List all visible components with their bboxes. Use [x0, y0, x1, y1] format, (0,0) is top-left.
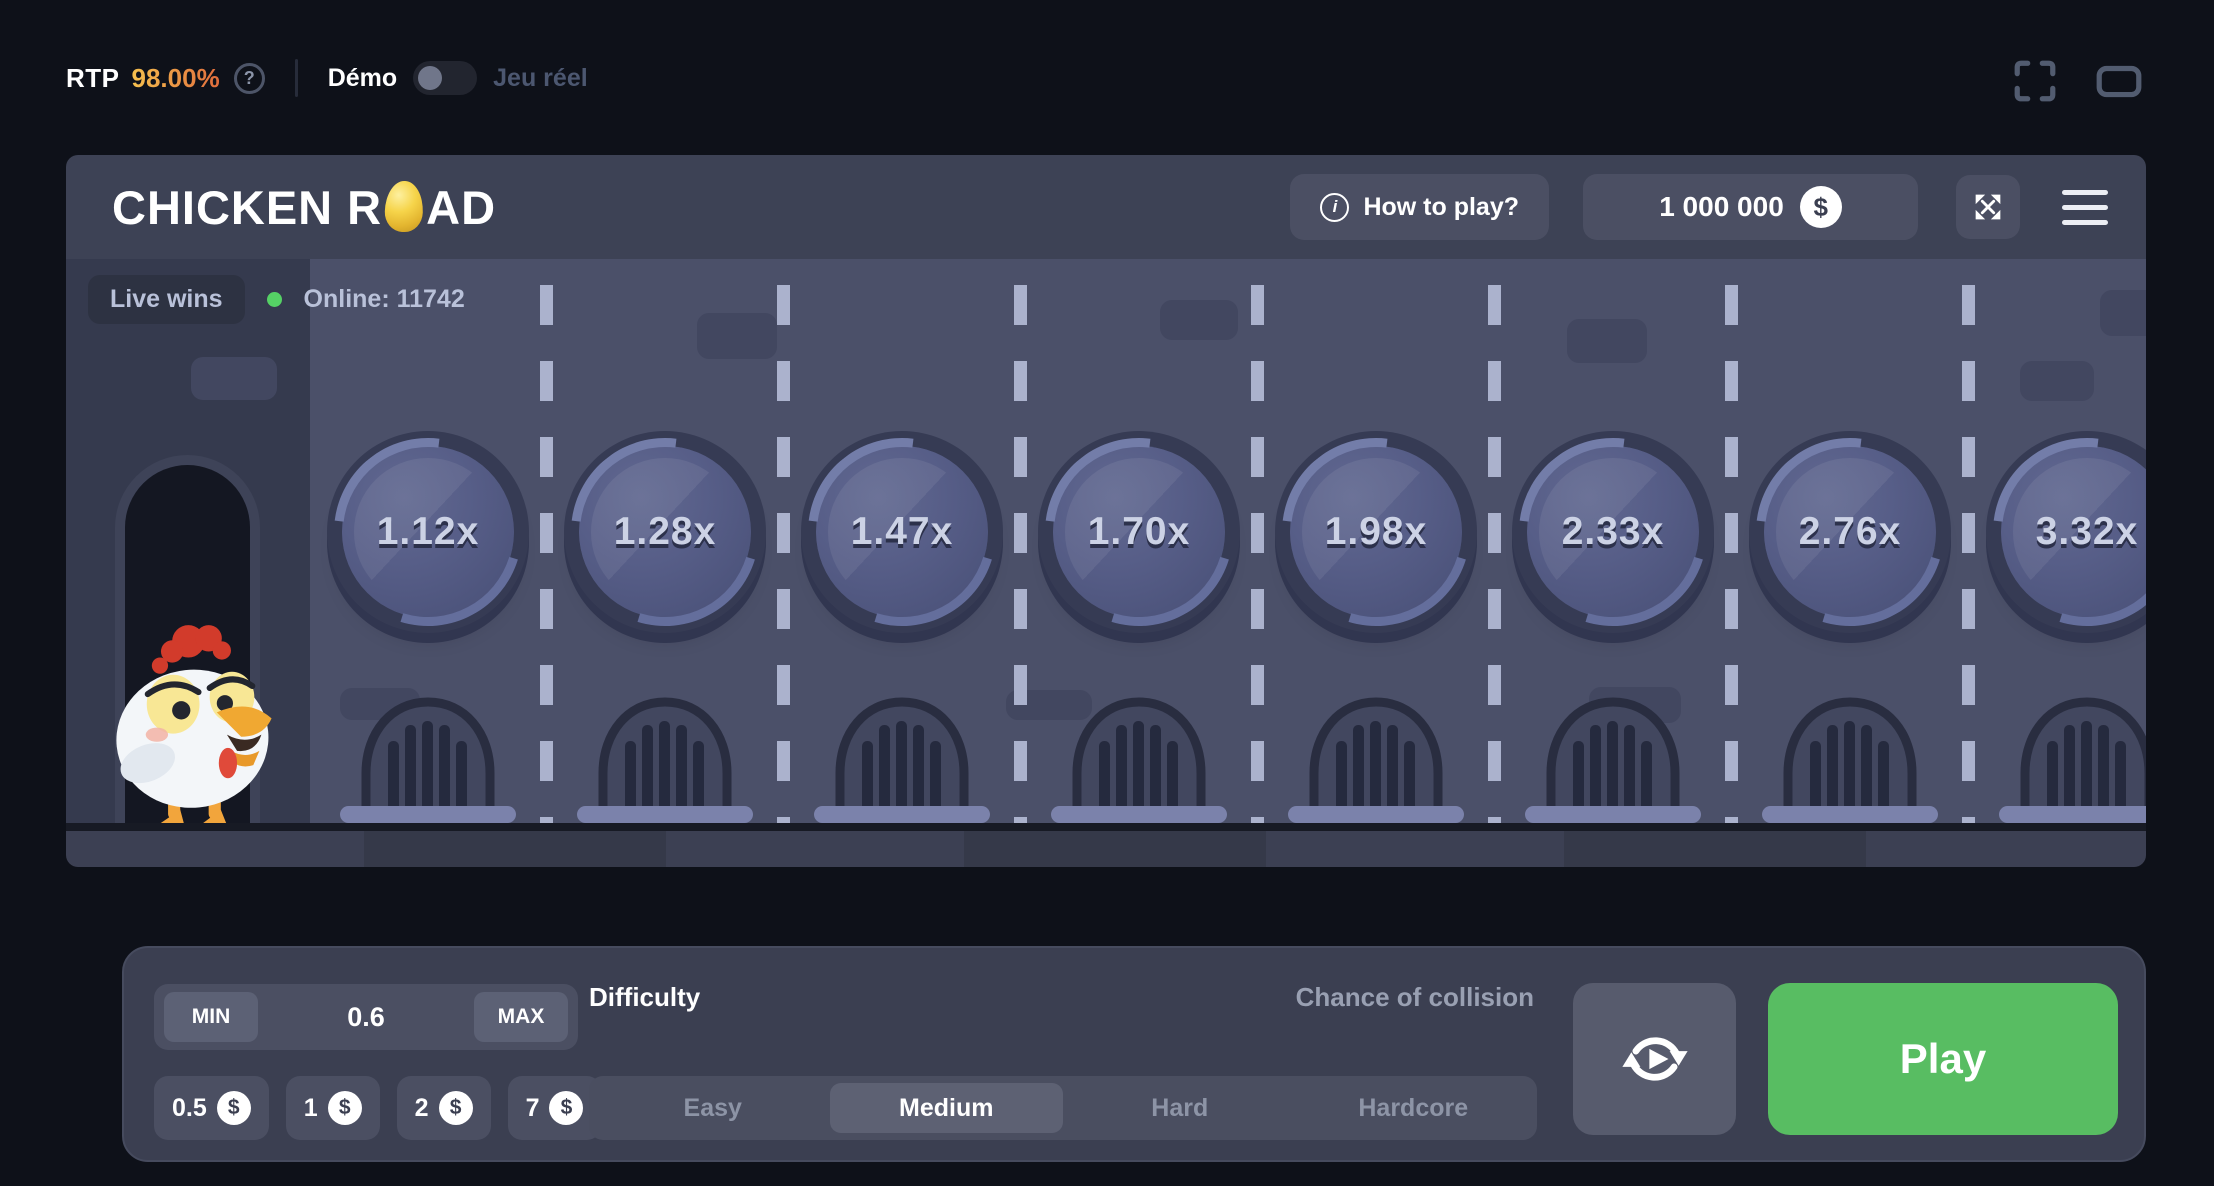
multiplier-label: 1.47x — [851, 510, 954, 554]
multiplier-pad: 2.33x — [1527, 446, 1699, 618]
difficulty-tabs: EasyMediumHardHardcore — [589, 1076, 1537, 1140]
multiplier-label: 1.70x — [1088, 510, 1191, 554]
sewer-grate-base — [1051, 806, 1227, 823]
multiplier-label: 1.28x — [614, 510, 717, 554]
quick-bet-chip-7[interactable]: 7$ — [508, 1076, 602, 1140]
sewer-grate-icon — [1301, 697, 1451, 815]
lane-divider — [1725, 285, 1738, 823]
quick-bet-chips: 0.5$ 1$ 2$ 7$ — [154, 1076, 601, 1140]
sewer-grate-base — [1288, 806, 1464, 823]
top-bar: RTP 98.00% ? Démo Jeu réel — [66, 52, 588, 104]
multiplier-pad: 1.98x — [1290, 446, 1462, 618]
road-patch — [191, 357, 277, 400]
live-bar: Live wins Online: 11742 — [88, 275, 465, 324]
online-counter: Online: 11742 — [304, 285, 465, 314]
sewer-grate-base — [814, 806, 990, 823]
control-panel: MIN 0.6 MAX 0.5$ 1$ 2$ 7$ Difficulty Chance… — [122, 946, 2146, 1162]
play-button[interactable]: Play — [1768, 983, 2118, 1135]
sewer-grate-base — [1999, 806, 2146, 823]
game-window: CHICKEN RAD i How to play? 1 000 000 $ — [66, 155, 2146, 867]
sewer-grate-icon — [1538, 697, 1688, 815]
lane-divider — [1014, 285, 1027, 823]
multiplier-label: 2.76x — [1799, 510, 1902, 554]
sewer-grate-base — [340, 806, 516, 823]
sewer-grate-icon — [1064, 697, 1214, 815]
coin-icon: $ — [549, 1091, 583, 1125]
multiplier-label: 1.98x — [1325, 510, 1428, 554]
window-controls — [2012, 58, 2144, 104]
expand-button[interactable] — [1956, 175, 2020, 239]
road-patch — [2020, 361, 2094, 401]
coin-icon: $ — [328, 1091, 362, 1125]
game-header: CHICKEN RAD i How to play? 1 000 000 $ — [66, 155, 2146, 259]
sewer-grate-base — [577, 806, 753, 823]
sewer-grate-icon — [2012, 697, 2146, 815]
game-logo: CHICKEN RAD — [112, 180, 496, 235]
menu-button[interactable] — [2062, 190, 2108, 225]
live-wins-label: Live wins — [88, 275, 245, 324]
sewer-grate-icon — [827, 697, 977, 815]
coin-icon: $ — [1800, 186, 1842, 228]
lane-divider — [1488, 285, 1501, 823]
real-money-label: Jeu réel — [493, 64, 588, 93]
sewer-grate-base — [1525, 806, 1701, 823]
sewer-grate-base — [1762, 806, 1938, 823]
egg-logo-icon — [384, 180, 424, 232]
quick-bet-chip-1[interactable]: 1$ — [286, 1076, 380, 1140]
lane-divider — [1962, 285, 1975, 823]
quick-bet-chip-0.5[interactable]: 0.5$ — [154, 1076, 269, 1140]
multiplier-pad: 1.28x — [579, 446, 751, 618]
rtp-value: 98.00% — [132, 63, 220, 94]
lane-divider — [777, 285, 790, 823]
sewer-grate-icon — [590, 697, 740, 815]
autoplay-cycle-icon — [1619, 1023, 1691, 1095]
multiplier-pad: 1.47x — [816, 446, 988, 618]
difficulty-tab-easy[interactable]: Easy — [596, 1083, 830, 1133]
divider — [295, 59, 298, 97]
autoplay-button[interactable] — [1573, 983, 1736, 1135]
quick-bet-chip-2[interactable]: 2$ — [397, 1076, 491, 1140]
sewer-grate-icon — [353, 697, 503, 815]
rtp-help-icon[interactable]: ? — [234, 63, 265, 94]
sewer-grate-icon — [1775, 697, 1925, 815]
road-patch — [1160, 300, 1238, 340]
difficulty-tab-hardcore[interactable]: Hardcore — [1297, 1083, 1531, 1133]
difficulty-label: Difficulty — [589, 982, 700, 1013]
bet-amount-box: MIN 0.6 MAX — [154, 984, 578, 1050]
theatre-mode-icon[interactable] — [2094, 58, 2144, 104]
expand-arrows-icon — [1969, 188, 2007, 226]
chicken-road-app: RTP 98.00% ? Démo Jeu réel CHICKEN RAD i… — [0, 0, 2214, 1186]
demo-real-toggle[interactable] — [413, 61, 477, 95]
curb — [66, 823, 2146, 867]
multiplier-pad: 1.70x — [1053, 446, 1225, 618]
balance-display: 1 000 000 $ — [1583, 174, 1918, 240]
coin-icon: $ — [217, 1091, 251, 1125]
difficulty-tab-hard[interactable]: Hard — [1063, 1083, 1297, 1133]
multiplier-pad: 1.12x — [342, 446, 514, 618]
lane-divider — [1251, 285, 1264, 823]
road-patch — [1567, 319, 1647, 363]
how-to-play-button[interactable]: i How to play? — [1290, 174, 1549, 240]
difficulty-tab-medium[interactable]: Medium — [830, 1083, 1064, 1133]
fullscreen-icon[interactable] — [2012, 58, 2058, 104]
coin-icon: $ — [439, 1091, 473, 1125]
chicken-character — [108, 619, 288, 823]
chance-of-collision-label: Chance of collision — [1184, 982, 1534, 1013]
online-dot-icon — [267, 292, 282, 307]
demo-label: Démo — [328, 64, 397, 93]
multiplier-label: 3.32x — [2036, 510, 2139, 554]
multiplier-pad: 2.76x — [1764, 446, 1936, 618]
rtp-label: RTP — [66, 63, 120, 94]
bet-max-button[interactable]: MAX — [474, 992, 568, 1042]
road-patch — [697, 313, 777, 359]
multiplier-label: 2.33x — [1562, 510, 1665, 554]
info-icon: i — [1320, 193, 1349, 222]
toggle-knob — [418, 66, 442, 90]
road-patch — [2100, 290, 2146, 336]
game-scene: 1.12x 1.28x 1.47x 1.70x 1.98x 2.33x 2.76x 3.32x… — [66, 259, 2146, 823]
multiplier-pad: 3.32x — [2001, 446, 2146, 618]
lane-divider — [540, 285, 553, 823]
multiplier-label: 1.12x — [377, 510, 480, 554]
